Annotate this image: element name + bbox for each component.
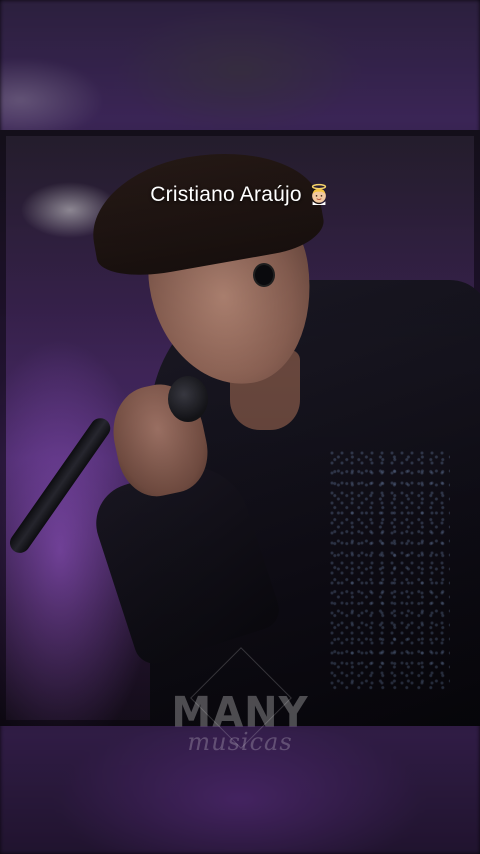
caption-overlay: Cristiano Araújo [0, 183, 480, 207]
jacket-sparkle [330, 450, 450, 690]
caption-text: Cristiano Araújo [150, 183, 302, 206]
microphone-icon [168, 376, 208, 422]
performer-figure [0, 130, 480, 726]
singer-photo [0, 130, 480, 726]
video-frame[interactable]: Cristiano Araújo MANY musicas [0, 0, 480, 854]
watermark-sub-text: musicas [187, 728, 293, 756]
in-ear-monitor [255, 265, 273, 285]
angel-emoji-icon [311, 183, 326, 205]
watermark-logo: MANY musicas [160, 647, 320, 780]
